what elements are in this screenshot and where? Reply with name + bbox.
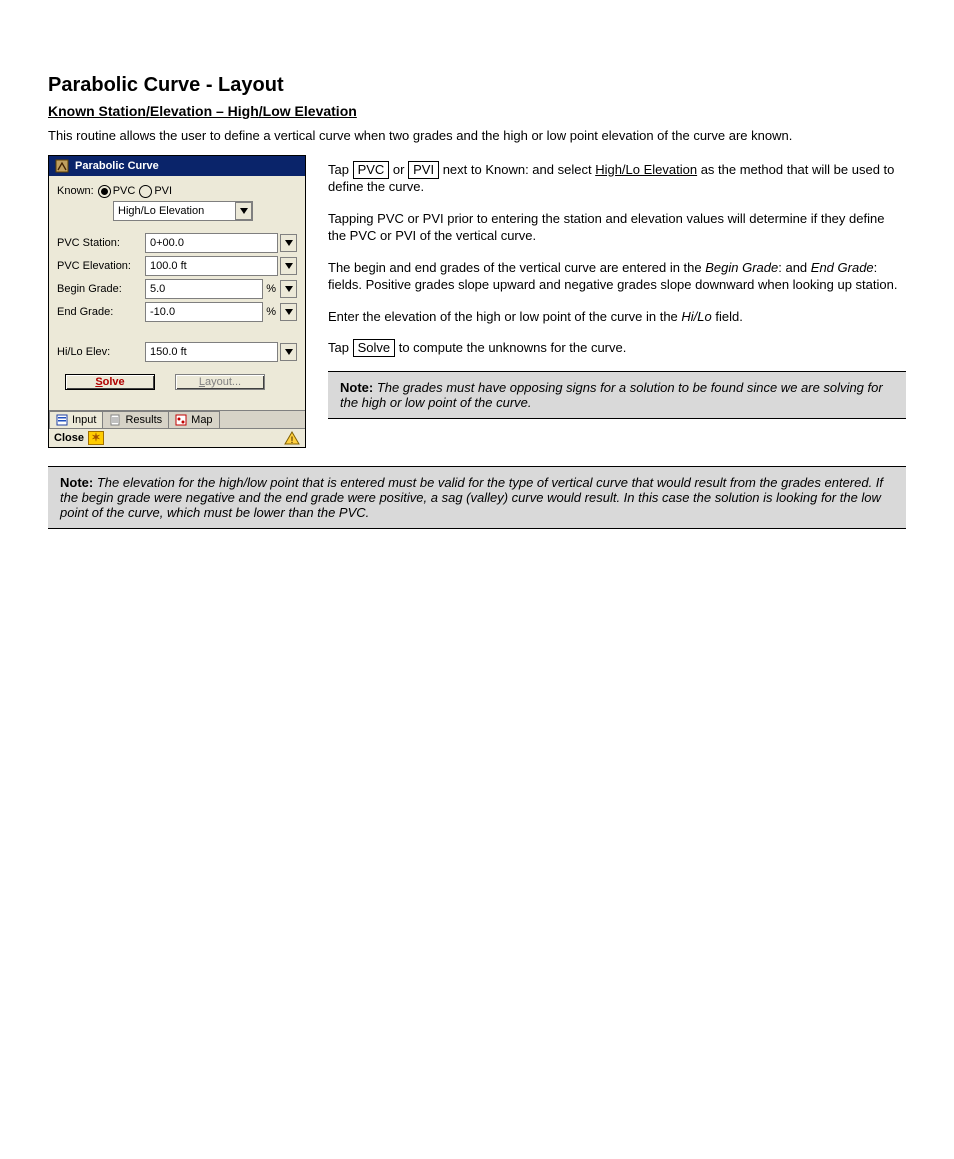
paragraph-3: The begin and end grades of the vertical… [328, 259, 906, 294]
pvc-elevation-label: PVC Elevation: [57, 260, 145, 272]
solve-button-rest: olve [103, 376, 125, 388]
page-title: Parabolic Curve - Layout [48, 74, 906, 97]
paragraph-1: Tap PVC or PVI next to Known: and select… [328, 161, 906, 196]
map-icon [175, 414, 187, 426]
hilo-elev-picker[interactable] [280, 343, 297, 361]
app-icon [55, 159, 69, 173]
paragraph-4: Enter the elevation of the high or low p… [328, 308, 906, 326]
intro-paragraph: This routine allows the user to define a… [48, 127, 906, 145]
end-grade-picker[interactable] [280, 303, 297, 321]
radio-pvc[interactable] [98, 185, 111, 198]
radio-pvi[interactable] [139, 185, 152, 198]
chevron-down-icon [235, 202, 252, 220]
pvc-station-label: PVC Station: [57, 237, 145, 249]
dialog-screenshot: Parabolic Curve Known: PVC PVI High/Lo E… [48, 155, 306, 448]
form-icon [56, 414, 68, 426]
method-select-value: High/Lo Elevation [118, 205, 204, 217]
inline-method-link: High/Lo Elevation [595, 162, 697, 177]
pvc-elevation-input[interactable]: 100.0 ft [145, 256, 278, 276]
layout-button-rest: ayout... [205, 376, 241, 388]
inline-pvc-button: PVC [353, 161, 390, 179]
pvc-elevation-picker[interactable] [280, 257, 297, 275]
known-label: Known: [57, 185, 94, 197]
method-select[interactable]: High/Lo Elevation [113, 201, 253, 221]
svg-text:!: ! [291, 435, 294, 445]
document-icon [109, 414, 121, 426]
solve-button[interactable]: Solve [65, 374, 155, 390]
note-2: Note: The elevation for the high/low poi… [48, 466, 906, 529]
end-grade-unit: % [266, 306, 276, 318]
pvc-station-input[interactable]: 0+00.0 [145, 233, 278, 253]
tab-input[interactable]: Input [49, 411, 103, 428]
star-icon[interactable]: ✶ [88, 431, 104, 445]
close-button[interactable]: Close [54, 432, 84, 444]
dialog-titlebar: Parabolic Curve [49, 156, 305, 176]
begin-grade-picker[interactable] [280, 280, 297, 298]
paragraph-2: Tapping PVC or PVI prior to entering the… [328, 210, 906, 245]
pvc-station-picker[interactable] [280, 234, 297, 252]
hilo-elev-input[interactable]: 150.0 ft [145, 342, 278, 362]
tab-bar: Input Results Map [49, 410, 305, 428]
inline-solve-button: Solve [353, 339, 396, 357]
paragraph-5: Tap Solve to compute the unknowns for th… [328, 339, 906, 357]
note-1: Note: The grades must have opposing sign… [328, 371, 906, 419]
section-subhead: Known Station/Elevation – High/Low Eleva… [48, 103, 906, 119]
layout-button[interactable]: Layout... [175, 374, 265, 390]
tab-map[interactable]: Map [168, 411, 219, 428]
begin-grade-input[interactable]: 5.0 [145, 279, 263, 299]
hilo-elev-label: Hi/Lo Elev: [57, 346, 145, 358]
radio-pvi-label: PVI [154, 185, 172, 197]
end-grade-label: End Grade: [57, 306, 145, 318]
inline-pvi-button: PVI [408, 161, 439, 179]
tab-map-label: Map [191, 414, 212, 426]
radio-pvc-label: PVC [113, 185, 136, 197]
tab-input-label: Input [72, 414, 96, 426]
begin-grade-label: Begin Grade: [57, 283, 145, 295]
dialog-title: Parabolic Curve [75, 160, 159, 172]
begin-grade-unit: % [266, 283, 276, 295]
tab-results-label: Results [125, 414, 162, 426]
end-grade-input[interactable]: -10.0 [145, 302, 263, 322]
tab-results[interactable]: Results [102, 411, 169, 428]
known-row: Known: PVC PVI [57, 185, 297, 198]
warning-icon[interactable]: ! [284, 431, 300, 445]
